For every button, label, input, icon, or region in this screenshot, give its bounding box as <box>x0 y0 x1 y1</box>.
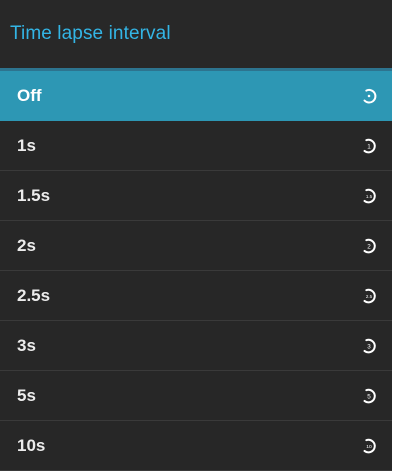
interval-option-label: 10s <box>17 435 46 455</box>
timer-2-5s-icon: 2.5 <box>360 287 378 305</box>
timer-10s-icon: 10 <box>360 437 378 455</box>
svg-text:2: 2 <box>367 243 371 250</box>
svg-text:1: 1 <box>367 143 371 150</box>
svg-text:5: 5 <box>367 393 371 400</box>
interval-option-off[interactable]: Off <box>0 71 392 121</box>
interval-option-5s[interactable]: 5s 5 <box>0 371 392 421</box>
interval-option-1-5s[interactable]: 1.5s 1.5 <box>0 171 392 221</box>
interval-option-label: 2s <box>17 235 36 255</box>
interval-option-label: 3s <box>17 335 36 355</box>
svg-text:1.5: 1.5 <box>366 193 373 198</box>
svg-text:2.5: 2.5 <box>366 293 373 298</box>
interval-option-10s[interactable]: 10s 10 <box>0 421 392 471</box>
svg-text:10: 10 <box>366 443 372 449</box>
interval-option-2-5s[interactable]: 2.5s 2.5 <box>0 271 392 321</box>
interval-option-label: 2.5s <box>17 285 51 305</box>
interval-list: Off 1s 1 1.5s 1.5 2s 2 2.5s 2.5 3s 3 5s … <box>0 71 392 471</box>
timer-5s-icon: 5 <box>360 387 378 405</box>
timer-2s-icon: 2 <box>360 237 378 255</box>
timer-1-5s-icon: 1.5 <box>360 187 378 205</box>
interval-option-1s[interactable]: 1s 1 <box>0 121 392 171</box>
svg-text:3: 3 <box>367 343 371 350</box>
timer-off-icon <box>360 87 378 105</box>
interval-option-label: Off <box>17 85 42 105</box>
interval-option-3s[interactable]: 3s 3 <box>0 321 392 371</box>
interval-option-label: 1.5s <box>17 185 51 205</box>
interval-option-label: 5s <box>17 385 36 405</box>
timer-1s-icon: 1 <box>360 137 378 155</box>
dialog-title: Time lapse interval <box>10 23 171 44</box>
interval-option-label: 1s <box>17 135 36 155</box>
time-lapse-dialog: Time lapse interval Off 1s 1 1.5s 1.5 2s… <box>0 0 392 471</box>
interval-option-2s[interactable]: 2s 2 <box>0 221 392 271</box>
timer-3s-icon: 3 <box>360 337 378 355</box>
dialog-title-bar: Time lapse interval <box>0 0 392 68</box>
